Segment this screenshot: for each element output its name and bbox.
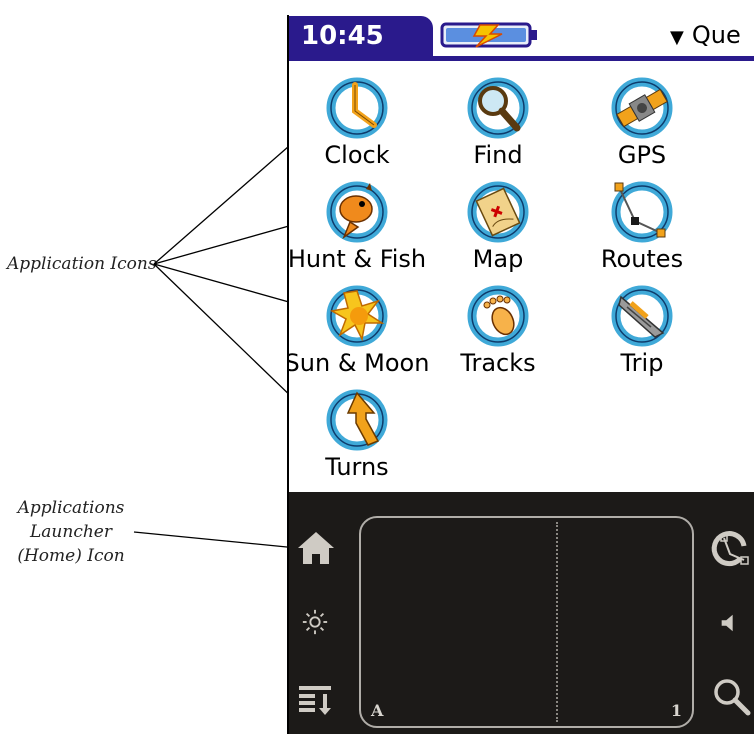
graffiti-area: A 1 [287, 492, 754, 734]
app-routes[interactable]: Routes [567, 177, 717, 273]
route-icon [611, 181, 673, 243]
app-label: Hunt & Fish [287, 245, 427, 273]
magnifier-icon [467, 77, 529, 139]
fish-icon [326, 181, 388, 243]
graffiti-writing-pad[interactable]: A 1 [359, 516, 694, 728]
app-label: Tracks [460, 349, 536, 377]
app-sun-moon[interactable]: Sun & Moon [287, 281, 432, 377]
app-hunt-fish[interactable]: Hunt & Fish [287, 177, 432, 273]
sun-icon [326, 285, 388, 347]
status-bar: 10:45 am ▼ Que [287, 15, 754, 91]
app-label: Trip [620, 349, 664, 377]
category-dropdown-arrow: ▼ [670, 27, 684, 48]
turn-arrow-icon [326, 389, 388, 451]
device-left-edge [287, 15, 289, 734]
footprint-icon [467, 285, 529, 347]
app-clock[interactable]: Clock [287, 73, 432, 169]
boat-icon [611, 285, 673, 347]
app-label: Turns [325, 453, 389, 481]
app-label: Sun & Moon [287, 349, 430, 377]
app-map[interactable]: Map [423, 177, 573, 273]
app-gps[interactable]: GPS [567, 73, 717, 169]
map-icon [467, 181, 529, 243]
app-label: GPS [617, 141, 667, 169]
graffiti-numbers-label: 1 [670, 701, 682, 720]
palm-screen: 10:45 am ▼ Que Clock Find GPS Hunt & Fis… [287, 15, 754, 734]
category-picker[interactable]: ▼ Que [670, 15, 741, 55]
app-find[interactable]: Find [423, 73, 573, 169]
home-icon[interactable] [296, 528, 336, 568]
clock-tab[interactable]: 10:45 am [287, 16, 433, 91]
category-label: Que [691, 21, 741, 49]
menu-icon[interactable] [297, 682, 333, 718]
app-label: Find [473, 141, 523, 169]
app-tracks[interactable]: Tracks [423, 281, 573, 377]
find-icon[interactable] [711, 676, 751, 716]
graffiti-divider [556, 522, 558, 722]
app-label: Map [472, 245, 524, 273]
app-label: Clock [324, 141, 390, 169]
clock-icon [326, 77, 388, 139]
graffiti-letters-label: A [371, 701, 384, 720]
satellite-icon [611, 77, 673, 139]
app-turns[interactable]: Turns [287, 385, 432, 481]
app-label: Routes [600, 245, 684, 273]
speaker-icon[interactable] [718, 612, 740, 634]
brightness-icon[interactable] [301, 608, 329, 636]
app-launcher-grid: Clock Find GPS Hunt & Fish Map Routes Su… [287, 61, 754, 496]
battery-charging-icon [440, 22, 537, 48]
app-trip[interactable]: Trip [567, 281, 717, 377]
routes-shortcut-icon[interactable] [710, 528, 750, 568]
leader-home [133, 531, 298, 549]
